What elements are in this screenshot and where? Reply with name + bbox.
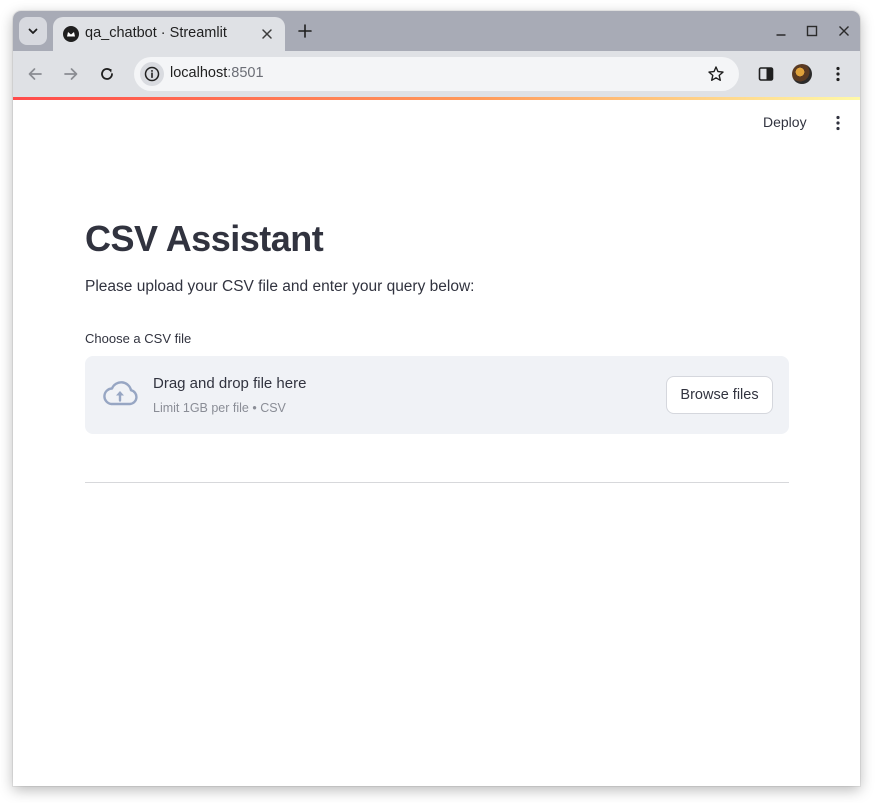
file-uploader-label: Choose a CSV file: [85, 331, 192, 346]
info-icon: [144, 66, 160, 82]
star-icon[interactable]: [707, 65, 725, 83]
forward-arrow-icon[interactable]: [62, 65, 80, 83]
dropzone-instructions: Drag and drop file here: [153, 375, 307, 392]
page-title: CSV Assistant: [85, 218, 324, 259]
browse-files-button[interactable]: Browse files: [666, 376, 773, 414]
browser-tab[interactable]: qa_chatbot · Streamlit: [53, 17, 285, 51]
maximize-icon[interactable]: [806, 25, 818, 37]
minimize-icon[interactable]: [775, 25, 787, 37]
deploy-button[interactable]: Deploy: [763, 114, 807, 130]
tab-title: qa_chatbot · Streamlit: [85, 25, 227, 41]
close-icon[interactable]: [261, 28, 273, 40]
url-port: :8501: [227, 65, 264, 81]
avatar[interactable]: [792, 64, 812, 84]
chevron-down-icon: [28, 28, 38, 34]
kebab-menu-icon[interactable]: [829, 65, 847, 83]
cloud-upload-icon: [103, 381, 138, 406]
streamlit-crown-icon: [63, 26, 79, 42]
file-dropzone[interactable]: Drag and drop file here Limit 1GB per fi…: [85, 356, 789, 434]
kebab-menu-icon[interactable]: [833, 114, 843, 132]
divider: [85, 482, 789, 483]
back-arrow-icon[interactable]: [26, 65, 44, 83]
page-description: Please upload your CSV file and enter yo…: [85, 278, 475, 295]
app-main: Deploy CSV Assistant Please upload your …: [13, 100, 860, 786]
browser-toolbar: localhost:8501: [13, 51, 860, 97]
side-panel-icon[interactable]: [757, 65, 775, 83]
browser-window: qa_chatbot · Streamlit localhost:8501 De…: [13, 11, 860, 786]
url-text: localhost:8501: [170, 65, 264, 81]
reload-icon[interactable]: [98, 65, 116, 83]
url-host: localhost: [170, 65, 228, 81]
close-icon[interactable]: [838, 25, 850, 37]
plus-icon[interactable]: [298, 24, 312, 38]
tab-search-button[interactable]: [19, 17, 47, 45]
tab-strip: qa_chatbot · Streamlit: [13, 11, 860, 51]
address-bar[interactable]: localhost:8501: [134, 57, 739, 91]
dropzone-limit-text: Limit 1GB per file • CSV: [153, 401, 286, 415]
site-info-button[interactable]: [140, 62, 164, 86]
